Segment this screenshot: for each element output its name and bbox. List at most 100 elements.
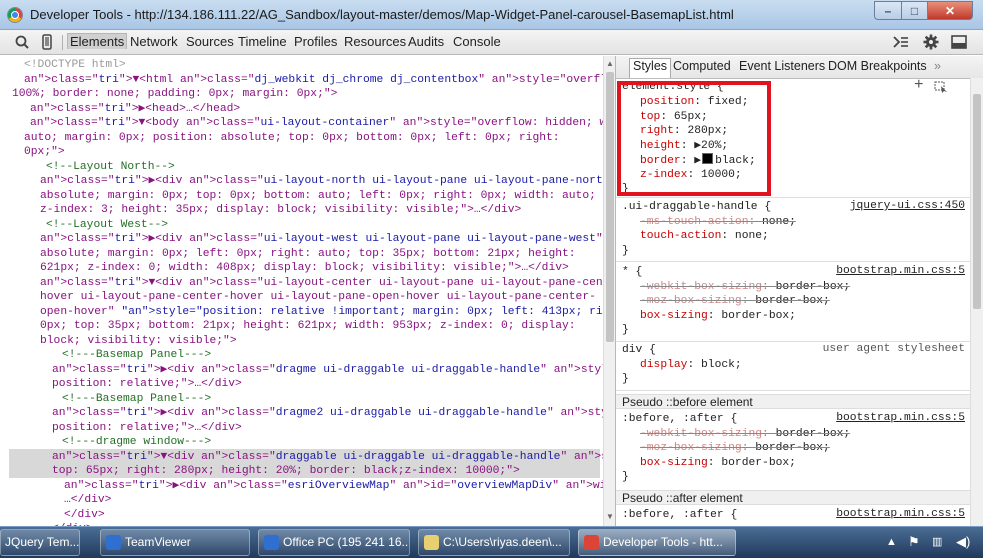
rule-selector: div { [622,344,656,356]
dom-node-line[interactable]: <!--Layout North--> [46,160,175,175]
dom-node-line[interactable]: …</div> [64,493,111,508]
dom-node-line[interactable]: position: relative;">…</div> [52,377,242,392]
rule-close-brace: } [622,471,629,483]
tray-arrow-icon[interactable]: ▲ [886,536,897,548]
close-button[interactable]: ✕ [927,1,973,20]
dom-node-line[interactable]: 0px;"> [24,145,65,160]
dom-node-line[interactable]: an">class="tri">▶<div an">class="dragme … [52,363,603,378]
pseudo-before-source-link[interactable]: bootstrap.min.css:5 [836,412,965,424]
minimize-button[interactable]: – [874,1,902,20]
tab-event-listeners[interactable]: Event Listeners [739,59,825,73]
taskbar-item-label: JQuery Tem... [5,535,80,549]
tab-profiles[interactable]: Profiles [294,34,337,49]
tab-elements[interactable]: Elements [67,33,128,49]
rule-property[interactable]: box-sizing: border-box; [640,309,796,324]
rule-source-link: user agent stylesheet [822,343,965,355]
tab-network[interactable]: Network [130,34,178,49]
tray-volume-icon[interactable]: ◀) [956,534,970,550]
tab-dom-breakpoints[interactable]: DOM Breakpoints [828,59,927,73]
dom-node-line[interactable]: </div> [64,508,105,523]
dom-node-line[interactable]: an">class="tri">▶<head>…</head> [30,102,240,117]
taskbar-item-label: Developer Tools - htt... [603,535,723,549]
pseudo-before-header: Pseudo ::before element [616,394,972,409]
show-drawer-icon[interactable] [892,34,910,50]
dom-node-line[interactable]: <!---Basemap Panel---> [62,392,211,407]
taskbar-item-teamviewer[interactable]: TeamViewer [100,529,250,556]
dom-node-line[interactable]: an">class="tri">▶<div an">class="dragme2… [52,406,603,421]
rule-selector: * { [622,266,643,278]
pseudo-before-selector: :before, :after { [622,413,738,425]
dom-node-line[interactable]: an">class="tri">▶<div an">class="esriOve… [64,479,603,494]
tab-styles[interactable]: Styles [629,58,672,78]
scroll-down-arrow-icon[interactable]: ▼ [606,512,614,521]
dom-node-line[interactable]: hover ui-layout-pane-center-hover ui-lay… [40,290,596,305]
dom-node-line[interactable]: open-hover" "an">style="position: relati… [40,305,603,320]
styles-scroll-thumb[interactable] [973,94,981,309]
maximize-button[interactable]: □ [901,1,928,20]
dom-node-line[interactable]: an">class="tri">▼<html an">class="dj_web… [24,73,603,88]
rule-divider [616,261,972,262]
settings-gear-icon[interactable] [922,34,940,50]
windows-taskbar: JQuery Tem... TeamViewer Office PC (195 24… [0,526,983,558]
app-icon [106,535,121,550]
rule-close-brace: } [622,373,629,385]
rule-source-link[interactable]: bootstrap.min.css:5 [836,265,965,277]
chrome-icon [8,8,22,22]
rule-property[interactable]: -webkit-box-sizing: border-box; [640,280,850,295]
pseudo-after-source-link[interactable]: bootstrap.min.css:5 [836,508,965,520]
rule-property[interactable]: -ms-touch-action: none; [640,215,796,230]
rule-divider [616,340,972,342]
rule-source-link[interactable]: jquery-ui.css:450 [850,200,965,212]
dom-node-line[interactable]: <!---Basemap Panel---> [62,348,211,363]
dom-node-line[interactable]: an">class="tri">▼<div an">class="ui-layo… [40,276,603,291]
tab-timeline[interactable]: Timeline [238,34,287,49]
app-icon [424,535,439,550]
dom-node-line[interactable]: auto; margin: 0px; position: absolute; t… [24,131,560,146]
dom-node-line[interactable]: top: 65px; right: 280px; height: 20%; bo… [52,464,520,479]
dom-node-line[interactable]: 100%; border: none; padding: 0px; margin… [12,87,337,102]
search-icon[interactable] [14,34,32,50]
dom-node-line[interactable]: an">class="tri">▶<div an">class="ui-layo… [40,232,603,247]
dom-node-line[interactable]: <!DOCTYPE html> [24,58,126,73]
scroll-up-arrow-icon[interactable]: ▲ [606,59,614,68]
tray-flag-icon[interactable]: ⚑ [908,534,920,550]
rule-property[interactable]: touch-action: none; [640,229,769,244]
elements-scroll-thumb[interactable] [606,72,614,342]
dom-node-line[interactable]: z-index: 3; height: 35px; display: block… [40,203,521,218]
dom-node-line[interactable]: an">class="tri">▼<div an">class="draggab… [52,450,603,465]
dom-node-line[interactable]: block; visibility: visible;"> [40,334,237,349]
pseudo-before-property[interactable]: -webkit-box-sizing: border-box; [640,427,850,442]
dom-node-line[interactable]: absolute; margin: 0px; top: 0px; bottom:… [40,189,596,204]
dom-node-line[interactable]: <!---dragme window---> [62,435,211,450]
taskbar-item-jquery[interactable]: JQuery Tem... [0,529,80,556]
tab-audits[interactable]: Audits [408,34,444,49]
styles-scrollbar[interactable] [970,78,983,526]
dom-node-line[interactable]: 621px; z-index: 0; width: 408px; display… [40,261,569,276]
pseudo-before-property[interactable]: box-sizing: border-box; [640,456,796,471]
dom-node-line[interactable]: 0px; top: 35px; bottom: 21px; height: 62… [40,319,576,334]
new-rule-plus-icon[interactable]: + [914,77,924,92]
taskbar-item-devtools[interactable]: Developer Tools - htt... [578,529,736,556]
dom-node-line[interactable]: position: relative;">…</div> [52,421,242,436]
elements-dom-tree[interactable]: <!DOCTYPE html> an">class="tri">▼<html an… [0,56,603,526]
dom-node-line[interactable]: an">class="tri">▼<body an">class="ui-lay… [30,116,603,131]
window-title-bar[interactable]: Developer Tools - http://134.186.111.22/… [0,0,983,30]
dock-side-icon[interactable] [950,34,968,50]
rule-property[interactable]: -moz-box-sizing: border-box; [640,294,830,309]
tab-sources[interactable]: Sources [186,34,234,49]
window-title: Developer Tools - http://134.186.111.22/… [30,7,734,22]
rule-property[interactable]: display: block; [640,358,742,373]
more-tabs-chevron-icon[interactable]: » [934,59,941,73]
pseudo-before-property[interactable]: -moz-box-sizing: border-box; [640,441,830,456]
tray-network-icon[interactable]: ▥ [932,535,942,548]
element-state-icon[interactable] [934,81,949,94]
dom-node-line[interactable]: an">class="tri">▶<div an">class="ui-layo… [40,174,603,189]
tab-computed[interactable]: Computed [673,59,731,73]
taskbar-item-explorer[interactable]: C:\Users\riyas.deen\... [418,529,570,556]
dom-node-line[interactable]: absolute; margin: 0px; left: 0px; right:… [40,247,576,262]
dom-node-line[interactable]: <!--Layout West--> [46,218,168,233]
taskbar-item-office-pc[interactable]: Office PC (195 241 16... [258,529,410,556]
tab-console[interactable]: Console [453,34,501,49]
device-mode-icon[interactable] [38,34,56,50]
tab-resources[interactable]: Resources [344,34,406,49]
